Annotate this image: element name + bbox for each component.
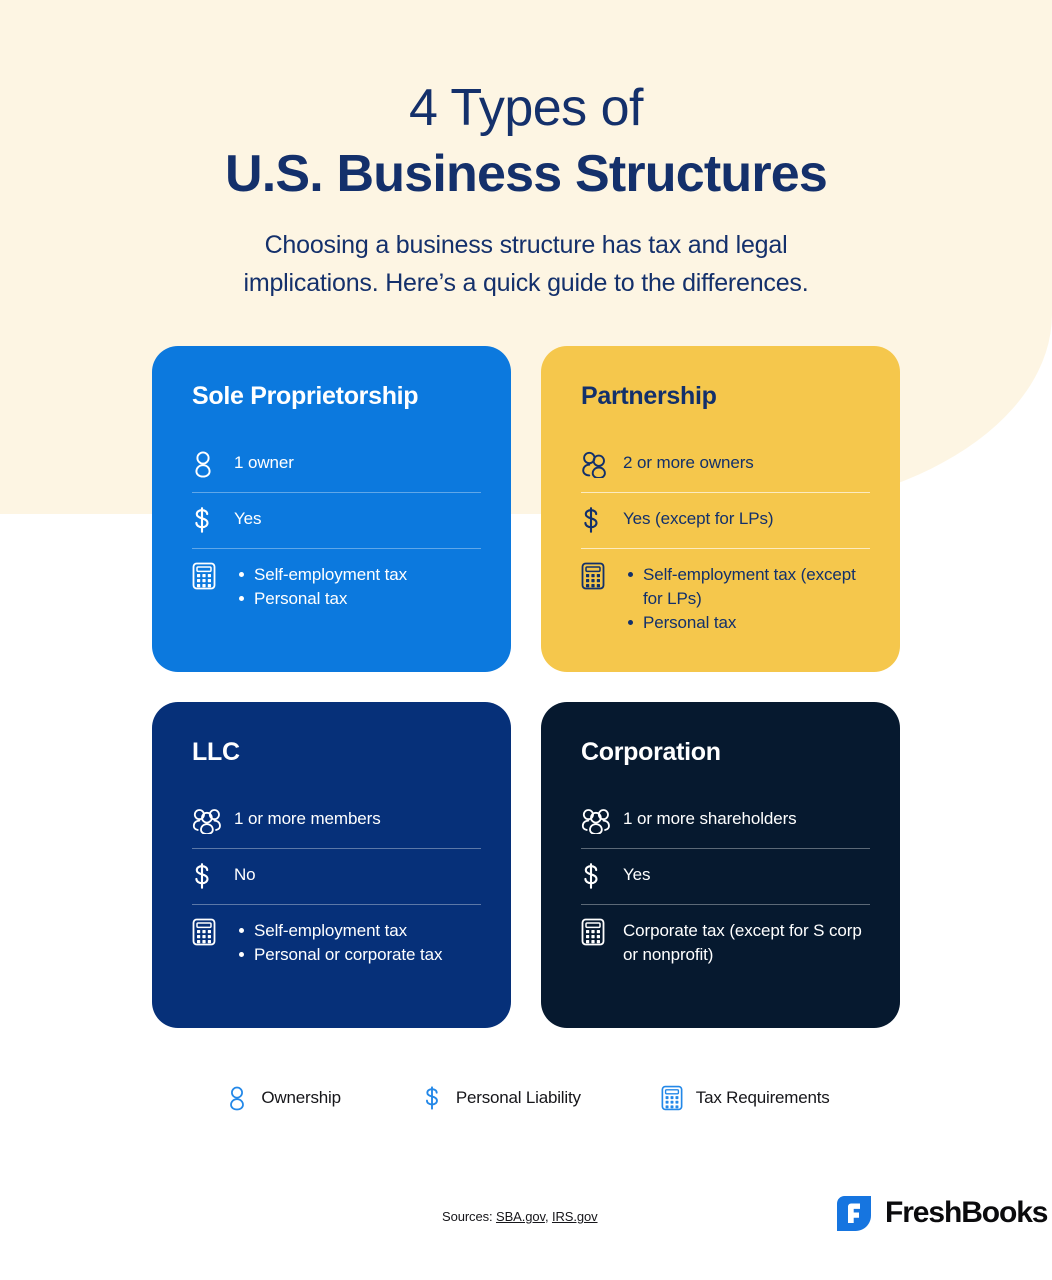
card-title: Sole Proprietorship [192,382,419,410]
page-title-line-1: 4 Types of [409,79,643,137]
legend-item-personal-liability: Personal Liability [417,1082,581,1114]
card-ownership-text: 1 or more members [234,809,381,828]
card-tax-text: Corporate tax (except for S corp or nonp… [623,921,862,964]
freshbooks-wordmark: FreshBooks [885,1196,1048,1229]
card-row-tax: Self-employment tax (except for LPs) Per… [581,548,870,648]
card-ownership-text: 2 or more owners [623,453,754,472]
card-partnership[interactable]: Partnership 2 or more owners Yes (except… [541,346,900,672]
card-llc[interactable]: LLC 1 or more members No Self-employment… [152,702,511,1028]
card-ownership-text: 1 or more shareholders [623,809,797,828]
card-corporation[interactable]: Corporation 1 or more shareholders Yes C… [541,702,900,1028]
card-tax-text: Self-employment tax Personal or corporat… [234,916,442,967]
card-ownership-text: 1 owner [234,453,294,472]
source-link-sba[interactable]: SBA.gov [496,1209,545,1224]
card-row-ownership: 1 owner [192,437,481,492]
dollar-icon [192,860,226,891]
freshbooks-mark-icon [834,1193,874,1233]
card-row-ownership: 1 or more members [192,793,481,848]
three-people-icon [192,804,226,835]
legend-item-tax-requirements: Tax Requirements [657,1082,830,1114]
legend-item-ownership: Ownership [222,1082,341,1114]
card-row-tax: Self-employment tax Personal or corporat… [192,904,481,980]
card-row-ownership: 1 or more shareholders [581,793,870,848]
card-tax-item: Self-employment tax [238,563,407,587]
sources-separator: , [544,1209,552,1224]
card-row-liability: Yes [192,492,481,548]
page-subtitle-line-1: Choosing a business structure has tax an… [264,231,788,259]
page-title-line-2: U.S. Business Structures [224,145,828,203]
card-row-liability: Yes (except for LPs) [581,492,870,548]
three-people-icon [581,804,615,835]
header: 4 Types of U.S. Business Structures Choo… [0,0,1052,302]
sources-line: Sources: SBA.gov, IRS.gov [442,1209,598,1224]
card-title: Corporation [581,738,721,766]
dollar-icon [581,860,615,891]
card-tax-item: Self-employment tax [238,919,442,943]
card-tax-item: Personal or corporate tax [238,943,442,967]
card-tax-item: Self-employment tax (except for LPs) [628,563,870,611]
card-liability-text: No [234,865,256,884]
card-row-ownership: 2 or more owners [581,437,870,492]
calculator-icon [657,1082,687,1114]
dollar-icon [581,504,615,535]
sources-prefix: Sources: [442,1209,497,1224]
card-row-tax: Corporate tax (except for S corp or nonp… [581,904,870,980]
calculator-icon [192,560,226,591]
footer: Sources: SBA.gov, IRS.gov FreshBooks [0,1185,1052,1245]
freshbooks-logo[interactable]: FreshBooks [834,1193,1048,1233]
card-liability-text: Yes [234,509,262,528]
legend-label: Personal Liability [455,1088,581,1107]
source-link-irs[interactable]: IRS.gov [552,1209,598,1224]
two-people-icon [581,448,615,479]
card-tax-text: Self-employment tax (except for LPs) Per… [623,560,870,635]
card-tax-text: Self-employment tax Personal tax [234,560,407,611]
calculator-icon [581,916,615,947]
person-icon [222,1082,252,1114]
card-title: LLC [192,738,240,766]
legend-label: Ownership [261,1088,341,1107]
legend: Ownership Personal Liability Tax Require… [0,1082,1052,1114]
dollar-icon [192,504,226,535]
card-tax-item: Personal tax [628,611,870,635]
calculator-icon [581,560,615,591]
calculator-icon [192,916,226,947]
business-structure-card-grid: Sole Proprietorship 1 owner Yes Self-emp… [152,346,900,1028]
card-liability-text: Yes [623,865,651,884]
card-row-tax: Self-employment tax Personal tax [192,548,481,624]
person-icon [192,448,226,479]
legend-label: Tax Requirements [695,1088,830,1107]
card-liability-text: Yes (except for LPs) [623,509,774,528]
card-title: Partnership [581,382,717,410]
page-subtitle: Choosing a business structure has tax an… [0,226,1052,302]
dollar-icon [417,1082,447,1114]
page-subtitle-line-2: implications. Here’s a quick guide to th… [243,269,809,297]
card-sole-proprietorship[interactable]: Sole Proprietorship 1 owner Yes Self-emp… [152,346,511,672]
card-row-liability: Yes [581,848,870,904]
card-row-liability: No [192,848,481,904]
card-tax-item: Personal tax [238,587,407,611]
